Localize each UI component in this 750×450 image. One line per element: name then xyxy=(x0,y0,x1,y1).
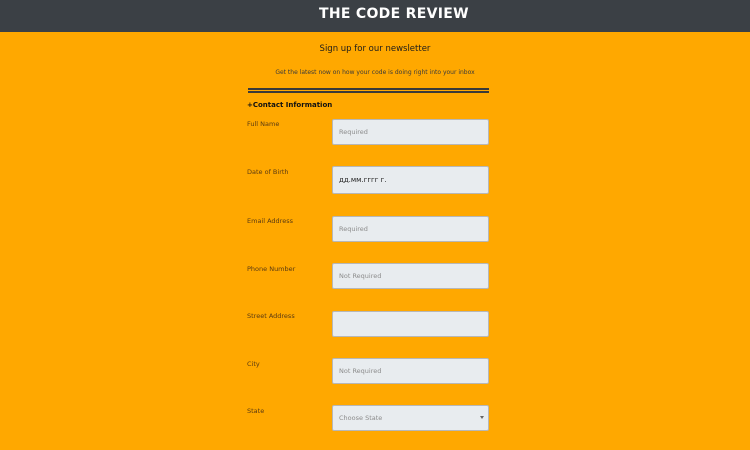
date-of-birth-label: Date of Birth xyxy=(247,168,289,176)
newsletter-heading: Sign up for our newsletter xyxy=(319,44,431,54)
phone-number-input[interactable] xyxy=(332,263,489,289)
chevron-down-icon xyxy=(480,416,484,419)
site-title[interactable]: THE CODE REVIEW xyxy=(319,6,469,22)
phone-number-label: Phone Number xyxy=(247,265,296,273)
top-navbar: THE CODE REVIEW xyxy=(0,0,750,32)
state-label: State xyxy=(247,407,265,415)
city-label: City xyxy=(247,360,260,368)
city-input[interactable] xyxy=(332,358,489,384)
state-select-value: Choose State xyxy=(339,414,383,422)
full-name-input[interactable] xyxy=(332,119,489,145)
divider-line xyxy=(248,91,489,93)
date-of-birth-input[interactable] xyxy=(332,166,489,194)
state-select[interactable]: Choose State xyxy=(332,405,489,431)
contact-info-section-title: +Contact Information xyxy=(247,101,333,109)
full-name-label: Full Name xyxy=(247,120,280,128)
street-address-label: Street Address xyxy=(247,312,295,320)
divider-line xyxy=(248,88,489,90)
street-address-input[interactable] xyxy=(332,311,489,337)
email-address-input[interactable] xyxy=(332,216,489,242)
newsletter-subheading: Get the latest now on how your code is d… xyxy=(275,69,475,76)
email-address-label: Email Address xyxy=(247,217,293,225)
